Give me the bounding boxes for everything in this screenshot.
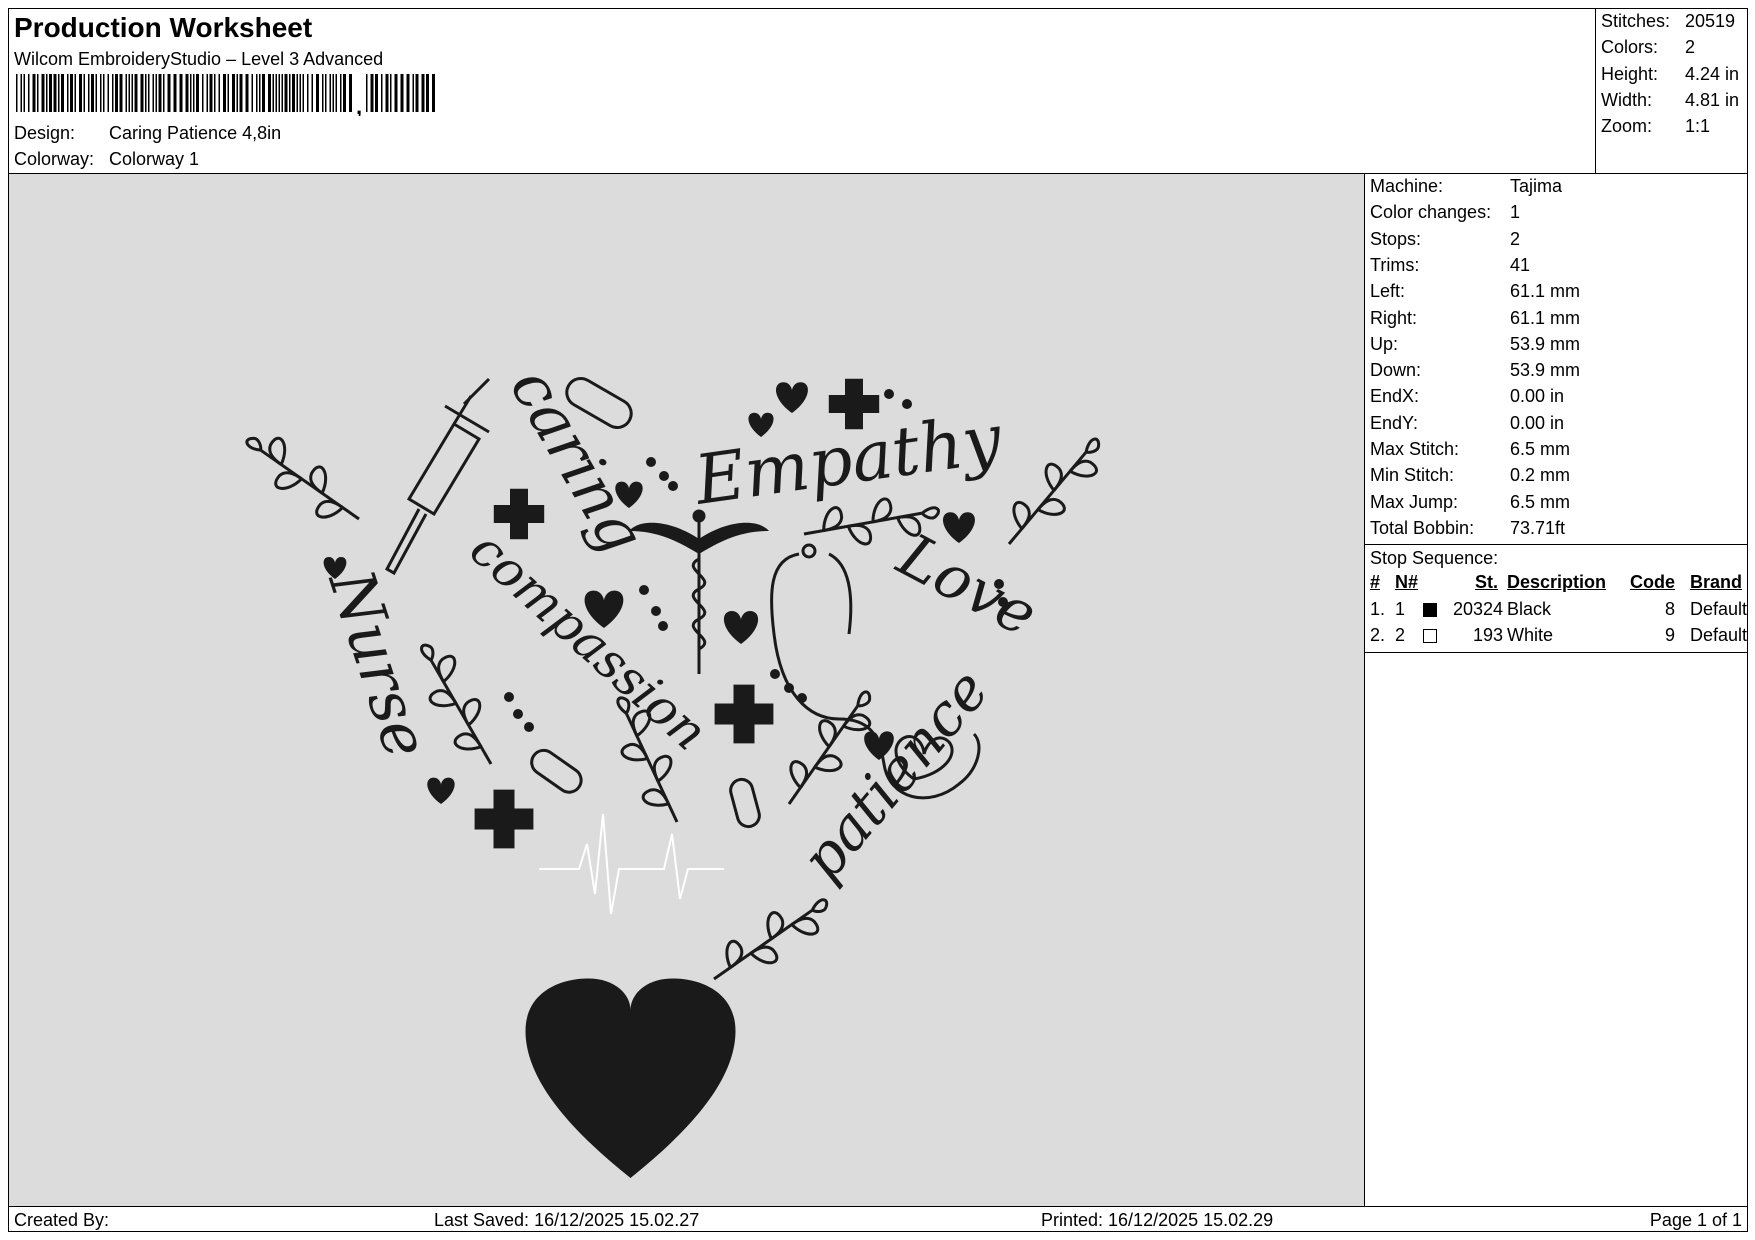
stop-sequence-title: Stop Sequence: [1370,548,1499,568]
colorway-row: Colorway: Colorway 1 [14,149,199,170]
page-title: Production Worksheet [14,12,313,43]
stat-colors: Colors: 2 [1601,37,1696,57]
colorway-label: Colorway: [14,149,95,169]
design-row: Design: Caring Patience 4,8in [14,123,281,144]
design-details-panel: Machine: Tajima Color changes: 1 Stops: 2 Trim… [1365,174,1747,1206]
panel-stat-row: Max Stitch: 6.5 mm [1370,439,1571,459]
panel-divider [1365,544,1747,545]
stat-stitches: Stitches: 20519 [1601,11,1736,31]
word-compassion: compassion [459,520,718,762]
panel-stat-row: Down: 53.9 mm [1370,360,1581,381]
worksheet-footer: Created By: Last Saved: 16/12/2025 15.02… [9,1206,1747,1233]
col-header-num: # [1370,572,1381,592]
panel-stat-row: Machine: Tajima [1370,176,1563,196]
colorway-value: Colorway 1 [109,149,200,169]
design-preview: caring Empathy Love compassion Nurse pat… [9,174,1365,1206]
col-header-brand: Brand [1690,572,1743,592]
panel-stat-row: EndX: 0.00 in [1370,386,1565,407]
created-by: Created By: [14,1210,110,1230]
last-saved: Last Saved: 16/12/2025 15.02.27 [434,1210,700,1230]
panel-stat-row: Left: 61.1 mm [1370,281,1581,302]
color-swatch [1423,629,1437,643]
col-header-n: N# [1395,572,1419,592]
summary-stats: Stitches: 20519 Colors: 2 Height: 4.24 in W… [1595,9,1748,173]
design-barcode: , [16,74,435,116]
panel-stat-row: Total Bobbin: 73.71ft [1370,517,1566,538]
design-value: Caring Patience 4,8in [109,123,282,143]
panel-stat-row: Stops: 2 [1370,228,1521,249]
panel-stat-row: Right: 61.1 mm [1370,307,1581,328]
worksheet-header: Production Worksheet Wilcom EmbroiderySt… [9,9,1747,174]
color-swatch [1423,603,1437,617]
stat-width: Width: 4.81 in [1601,90,1740,110]
panel-stat-row: Min Stitch: 0.2 mm [1370,465,1571,486]
word-nurse: Nurse [314,559,443,766]
panel-stat-row: Trims: 41 [1370,254,1531,275]
software-name: Wilcom EmbroideryStudio – Level 3 Advanc… [14,49,384,69]
table-divider [1365,652,1747,653]
col-header-description: Description [1507,572,1607,592]
design-label: Design: [14,123,76,143]
stat-height: Height: 4.24 in [1601,64,1740,84]
stat-zoom: Zoom: 1:1 [1601,116,1711,136]
col-header-code: Code [1630,572,1675,592]
svg-text:,: , [356,94,362,116]
artwork-words: caring Empathy Love compassion Nurse pat… [314,355,1048,893]
panel-stat-row: Max Jump: 6.5 mm [1370,491,1571,512]
embroidery-artwork: caring Empathy Love compassion Nurse pat… [233,355,1114,1178]
panel-stat-row: Color changes: 1 [1370,202,1521,223]
worksheet-sheet: Production Worksheet Wilcom EmbroiderySt… [8,8,1748,1232]
panel-stat-row: Up: 53.9 mm [1370,333,1581,354]
page-number: Page 1 of 1 [1649,1210,1742,1230]
word-love: Love [886,520,1048,651]
col-header-st: St. [1475,572,1499,592]
printed-date: Printed: 16/12/2025 15.02.29 [1041,1210,1274,1230]
panel-stat-row: EndY: 0.00 in [1370,412,1565,433]
